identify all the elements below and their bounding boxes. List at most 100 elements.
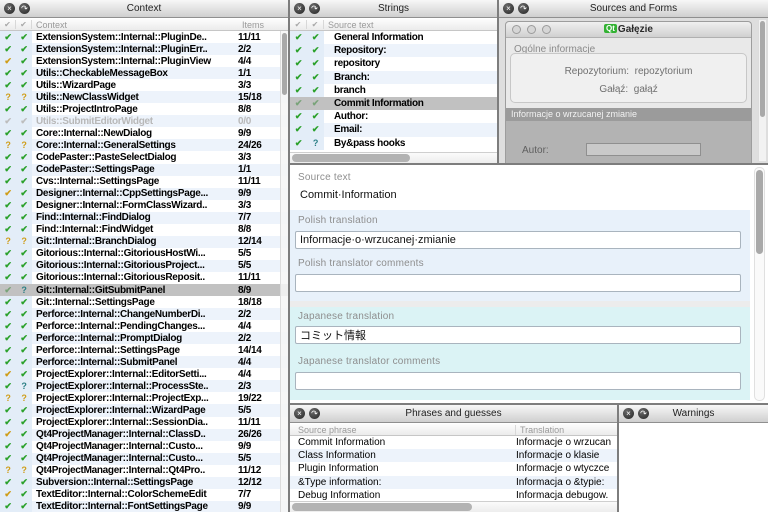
context-row[interactable]: ✔✔Designer::Internal::FormClassWizard..3… — [0, 200, 288, 212]
context-row[interactable]: ✔✔Utils::CheckableMessageBox1/1 — [0, 67, 288, 79]
polish-translation-input[interactable] — [295, 231, 741, 249]
muted-green-check-icon: ✔ — [307, 97, 324, 110]
context-name: CodePaster::SettingsPage — [32, 164, 238, 175]
japanese-translation-input[interactable] — [295, 326, 741, 344]
context-row[interactable]: ✔✔ExtensionSystem::Internal::PluginErr..… — [0, 43, 288, 55]
float-icon[interactable]: ↷ — [309, 3, 320, 14]
sources-vertical-scrollbar[interactable] — [758, 20, 766, 161]
context-row[interactable]: ✔✔Designer::Internal::CppSettingsPage...… — [0, 188, 288, 200]
green-check-icon: ✔ — [16, 188, 32, 200]
context-row[interactable]: ✔✔Perforce::Internal::PromptDialog2/2 — [0, 332, 288, 344]
form-author-field — [586, 143, 701, 156]
polish-translator-comments-label: Polish translator comments — [298, 258, 424, 269]
source-text: Branch: — [324, 72, 497, 83]
float-icon[interactable]: ↷ — [309, 408, 320, 419]
string-row[interactable]: ✔✔branch — [290, 84, 497, 97]
context-row[interactable]: ✔✔Qt4ProjectManager::Internal::ClassD..2… — [0, 429, 288, 441]
context-name: Core::Internal::GeneralSettings — [32, 140, 238, 151]
context-row[interactable]: ✔✔Utils::SubmitEditorWidget0/0 — [0, 115, 288, 127]
string-row[interactable]: ✔✔repository — [290, 57, 497, 70]
context-row[interactable]: ✔✔ExtensionSystem::Internal::PluginView4… — [0, 55, 288, 67]
editor-vertical-scrollbar[interactable] — [754, 167, 765, 401]
green-check-icon: ✔ — [0, 103, 16, 115]
context-row[interactable]: ✔?ProjectExplorer::Internal::ProcessSte.… — [0, 380, 288, 392]
close-icon[interactable]: × — [503, 3, 514, 14]
context-row[interactable]: ??Utils::NewClassWidget15/18 — [0, 91, 288, 103]
context-row[interactable]: ✔✔CodePaster::SettingsPage1/1 — [0, 164, 288, 176]
phrase-row[interactable]: Class InformationInformacje o klasie — [290, 449, 617, 462]
context-row[interactable]: ✔✔ProjectExplorer::Internal::SessionDia.… — [0, 417, 288, 429]
phrases-scrollbar-thumb[interactable] — [292, 503, 472, 511]
polish-translation-section: Polish translation Polish translator com… — [290, 210, 750, 301]
phrases-column-header[interactable]: Source phrase Translation — [290, 424, 617, 436]
source-text-label: Source text — [298, 172, 351, 183]
context-name: Perforce::Internal::SubmitPanel — [32, 357, 238, 368]
string-row[interactable]: ✔✔Branch: — [290, 71, 497, 84]
sources-scrollbar-thumb[interactable] — [760, 21, 765, 117]
sources-panel-title: Sources and Forms — [499, 3, 768, 14]
editor-scrollbar-thumb[interactable] — [756, 170, 763, 254]
context-scrollbar-thumb[interactable] — [282, 33, 287, 95]
phrase-translation-cell: Informacja o &typie: — [516, 477, 617, 488]
context-row[interactable]: ✔✔CodePaster::PasteSelectDialog3/3 — [0, 151, 288, 163]
string-row[interactable]: ✔✔Author: — [290, 110, 497, 123]
string-row[interactable]: ✔✔Email: — [290, 123, 497, 136]
context-row[interactable]: ✔✔Find::Internal::FindWidget8/8 — [0, 224, 288, 236]
context-row[interactable]: ✔✔ExtensionSystem::Internal::PluginDe..1… — [0, 31, 288, 43]
context-row[interactable]: ✔✔Perforce::Internal::SettingsPage14/14 — [0, 344, 288, 356]
string-row[interactable]: ✔?By&pass hooks — [290, 137, 497, 150]
context-row[interactable]: ✔✔Perforce::Internal::PendingChanges...4… — [0, 320, 288, 332]
context-row[interactable]: ✔✔Utils::ProjectIntroPage8/8 — [0, 103, 288, 115]
context-list: ✔✔ExtensionSystem::Internal::PluginDe..1… — [0, 31, 288, 512]
strings-column-header[interactable]: ✔ ✔ Source text — [290, 19, 497, 31]
context-row[interactable]: ✔✔Perforce::Internal::SubmitPanel4/4 — [0, 356, 288, 368]
context-row[interactable]: ✔✔TextEditor::Internal::FontSettingsPage… — [0, 501, 288, 512]
context-row[interactable]: ✔?Git::Internal::GitSubmitPanel8/9 — [0, 284, 288, 296]
context-row[interactable]: ✔✔Subversion::Internal::SettingsPage12/1… — [0, 477, 288, 489]
items-column-label: Items — [238, 20, 288, 30]
polish-translator-comments-input[interactable] — [295, 274, 741, 292]
phrase-row[interactable]: Plugin InformationInformacje o wtyczce — [290, 462, 617, 475]
context-row[interactable]: ✔✔ProjectExplorer::Internal::WizardPage5… — [0, 404, 288, 416]
context-row[interactable]: ✔✔Gitorious::Internal::GitoriousHostWi..… — [0, 248, 288, 260]
japanese-translator-comments-input[interactable] — [295, 372, 741, 390]
close-icon[interactable]: × — [4, 3, 15, 14]
context-row[interactable]: ✔✔Utils::WizardPage3/3 — [0, 79, 288, 91]
context-row[interactable]: ✔✔Find::Internal::FindDialog7/7 — [0, 212, 288, 224]
phrase-row[interactable]: &Type information:Informacja o &typie: — [290, 476, 617, 489]
context-row[interactable]: ✔✔Core::Internal::NewDialog9/9 — [0, 127, 288, 139]
strings-horizontal-scrollbar[interactable] — [290, 152, 497, 163]
context-row[interactable]: ✔✔Qt4ProjectManager::Internal::Custo...9… — [0, 441, 288, 453]
close-icon[interactable]: × — [294, 408, 305, 419]
string-row[interactable]: ✔✔Commit Information — [290, 97, 497, 110]
context-row[interactable]: ✔✔Qt4ProjectManager::Internal::Custo...5… — [0, 453, 288, 465]
context-row[interactable]: ✔✔ProjectExplorer::Internal::EditorSetti… — [0, 368, 288, 380]
phrase-row[interactable]: Debug InformationInformacja debugow. — [290, 489, 617, 500]
string-row[interactable]: ✔✔Repository: — [290, 44, 497, 57]
yellow-check-icon: ✔ — [0, 55, 16, 67]
context-row[interactable]: ✔✔Git::Internal::SettingsPage18/18 — [0, 296, 288, 308]
phrases-list: Commit InformationInformacje o wrzucanCl… — [290, 436, 617, 500]
context-row[interactable]: ✔✔Perforce::Internal::ChangeNumberDi..2/… — [0, 308, 288, 320]
yellow-question-icon: ? — [16, 139, 32, 151]
context-row[interactable]: ??ProjectExplorer::Internal::ProjectExp.… — [0, 392, 288, 404]
close-icon[interactable]: × — [623, 408, 634, 419]
form-preview-window: QtGałęzie Ogólne informacje Repozytorium… — [505, 21, 752, 163]
phrases-horizontal-scrollbar[interactable] — [290, 501, 617, 512]
string-row[interactable]: ✔✔General Information — [290, 31, 497, 44]
context-vertical-scrollbar[interactable] — [280, 31, 288, 512]
context-column-header[interactable]: ✔ ✔ Context Items — [0, 19, 288, 31]
context-row[interactable]: ??Core::Internal::GeneralSettings24/26 — [0, 139, 288, 151]
float-icon[interactable]: ↷ — [638, 408, 649, 419]
context-row[interactable]: ??Qt4ProjectManager::Internal::Qt4Pro..1… — [0, 465, 288, 477]
phrase-row[interactable]: Commit InformationInformacje o wrzucan — [290, 436, 617, 449]
context-row[interactable]: ✔✔Cvs::Internal::SettingsPage11/11 — [0, 176, 288, 188]
context-row[interactable]: ✔✔TextEditor::Internal::ColorSchemeEdit7… — [0, 489, 288, 501]
strings-scrollbar-thumb[interactable] — [292, 154, 410, 162]
context-row[interactable]: ✔✔Gitorious::Internal::GitoriousProject.… — [0, 260, 288, 272]
float-icon[interactable]: ↷ — [19, 3, 30, 14]
context-row[interactable]: ??Git::Internal::BranchDialog12/14 — [0, 236, 288, 248]
close-icon[interactable]: × — [294, 3, 305, 14]
context-row[interactable]: ✔✔Gitorious::Internal::GitoriousReposit.… — [0, 272, 288, 284]
float-icon[interactable]: ↷ — [518, 3, 529, 14]
